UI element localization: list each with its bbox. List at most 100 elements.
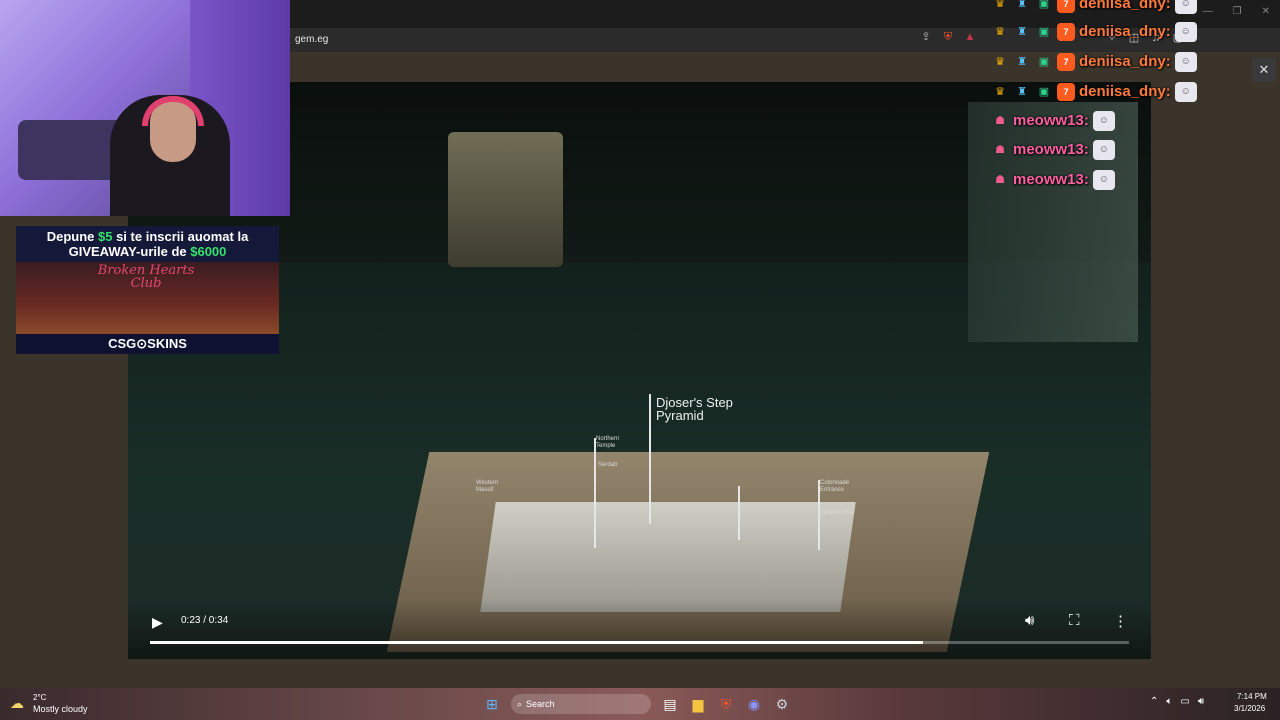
video-progress-fill bbox=[150, 641, 924, 644]
video-time: 0:23 / 0:34 bbox=[181, 615, 229, 626]
address-icons: ⇪ ⛨ ▲ bbox=[920, 31, 976, 43]
ghost-badge-icon: ☗ bbox=[995, 174, 1005, 186]
play-icon[interactable]: ▶ bbox=[152, 614, 163, 631]
chat-username: deniisa_dny: bbox=[1079, 53, 1171, 70]
weather-temperature[interactable]: 2°C bbox=[33, 693, 46, 702]
robot-badge-icon: ♜ bbox=[1017, 0, 1027, 10]
brave-shield-icon[interactable]: ⛨ bbox=[942, 31, 954, 43]
gift-badge-icon: ▣ bbox=[1038, 26, 1050, 38]
search-label: Search bbox=[526, 699, 555, 709]
sponsor-line1-suffix: si te inscrii auomat la bbox=[112, 229, 249, 244]
task-view-icon[interactable]: ▤ bbox=[661, 695, 679, 713]
rewards-icon[interactable]: ▲ bbox=[964, 31, 976, 43]
sponsor-line1-prefix: Depune bbox=[46, 229, 98, 244]
holo-small-label: Western Massif bbox=[476, 480, 499, 493]
search-icon: ⌕ bbox=[517, 698, 523, 709]
chat-emote-icon: ☺ bbox=[1174, 0, 1197, 14]
chat-username: meoww13: bbox=[1013, 112, 1089, 129]
sponsor-line2-prefix: GIVEAWAY-urile de bbox=[68, 244, 191, 259]
chat-emote-icon: ☺ bbox=[1092, 140, 1115, 160]
holo-small-label: Serdab bbox=[598, 462, 618, 468]
discord-icon[interactable]: ◉ bbox=[745, 695, 763, 713]
sub-badge-icon: 7 bbox=[1057, 83, 1075, 101]
chat-message: ☗ meoww13: ☺ bbox=[991, 111, 1115, 131]
model-pyramid bbox=[480, 502, 856, 612]
clock-time[interactable]: 7:14 PM bbox=[1237, 692, 1267, 701]
sub-badge-icon: 7 bbox=[1057, 23, 1075, 41]
label-pole bbox=[738, 486, 740, 540]
chat-emote-icon: ☺ bbox=[1174, 52, 1197, 72]
crown-badge-icon: ♛ bbox=[995, 56, 1005, 68]
sponsor-banner: Depune $5 si te inscrii auomat la GIVEAW… bbox=[16, 226, 279, 354]
chat-message: ☗ meoww13: ☺ bbox=[991, 170, 1115, 190]
system-tray: ⌃ 🔈︎ ▭ 🔊︎ bbox=[1150, 696, 1204, 707]
screen: — ❐ ✕ gem.eg ⇪ ⛨ ▲ ✧ ◫ ♫ ▢ Djoser's Step… bbox=[0, 0, 1280, 720]
more-options-icon[interactable]: ⋮ bbox=[1113, 612, 1128, 630]
crown-badge-icon: ♛ bbox=[995, 0, 1005, 10]
robot-badge-icon: ♜ bbox=[1017, 86, 1027, 98]
volume-tray-icon[interactable]: 🔊︎ bbox=[1198, 696, 1204, 707]
sponsor-line2-amount: $6000 bbox=[190, 244, 227, 259]
file-explorer-icon[interactable]: ▆ bbox=[689, 695, 707, 713]
holo-small-label: Colonnade Entrance bbox=[820, 480, 850, 493]
sponsor-line1-amount: $5 bbox=[98, 229, 113, 244]
share-icon[interactable]: ⇪ bbox=[920, 31, 932, 43]
speaker-icon[interactable]: 🔈︎ bbox=[1166, 696, 1172, 707]
video-progress-bar[interactable] bbox=[150, 641, 1129, 644]
video-chair bbox=[448, 132, 563, 267]
taskbar-apps: ⊞ ⌕ Search ▤ ▆ ⛨ ◉ ⚙ bbox=[483, 694, 791, 714]
window-controls: — ❐ ✕ bbox=[1203, 6, 1270, 17]
crown-badge-icon: ♛ bbox=[995, 26, 1005, 38]
chat-message: ☗ meoww13: ☺ bbox=[991, 140, 1115, 160]
weather-description[interactable]: Mostly cloudy bbox=[33, 704, 88, 714]
robot-badge-icon: ♜ bbox=[1017, 26, 1027, 38]
chat-message: ♛ ♜ ▣ 7 deniisa_dny: ☺ bbox=[991, 0, 1197, 14]
sponsor-headline: Depune $5 si te inscrii auomat la GIVEAW… bbox=[16, 226, 279, 262]
crown-badge-icon: ♛ bbox=[995, 86, 1005, 98]
windows-start-icon[interactable]: ⊞ bbox=[483, 695, 501, 713]
sponsor-neon-sign: Broken Hearts Club bbox=[97, 263, 195, 291]
pyramid-label: Djoser's Step Pyramid bbox=[656, 395, 733, 423]
video-door bbox=[968, 102, 1138, 342]
volume-icon[interactable]: 🔊︎ bbox=[1025, 612, 1034, 629]
video-controls bbox=[128, 599, 1151, 659]
fullscreen-icon[interactable]: ⛶ bbox=[1069, 612, 1080, 629]
restore-icon[interactable]: ❐ bbox=[1233, 6, 1242, 17]
minimize-icon[interactable]: — bbox=[1203, 6, 1213, 17]
gift-badge-icon: ▣ bbox=[1038, 56, 1050, 68]
sub-badge-icon: 7 bbox=[1057, 0, 1075, 13]
close-window-icon[interactable]: ✕ bbox=[1262, 6, 1270, 17]
chat-emote-icon: ☺ bbox=[1092, 111, 1115, 131]
taskbar-search[interactable]: ⌕ Search bbox=[511, 694, 651, 714]
url-text[interactable]: gem.eg bbox=[295, 34, 328, 45]
sponsor-brand: CSG⊙SKINS bbox=[16, 334, 279, 354]
brave-browser-icon[interactable]: ⛨ bbox=[717, 695, 735, 713]
sub-badge-icon: 7 bbox=[1057, 53, 1075, 71]
chat-username: meoww13: bbox=[1013, 171, 1089, 188]
weather-cloud-icon[interactable]: ☁ bbox=[10, 695, 24, 712]
chat-username: deniisa_dny: bbox=[1079, 0, 1171, 12]
close-overlay-icon[interactable]: ✕ bbox=[1252, 58, 1276, 82]
chat-emote-icon: ☺ bbox=[1092, 170, 1115, 190]
chat-message: ♛ ♜ ▣ 7 deniisa_dny: ☺ bbox=[991, 52, 1197, 72]
gift-badge-icon: ▣ bbox=[1038, 86, 1050, 98]
taskbar: ☁ 2°C Mostly cloudy ⊞ ⌕ Search ▤ ▆ ⛨ ◉ ⚙… bbox=[0, 688, 1280, 720]
robot-badge-icon: ♜ bbox=[1017, 56, 1027, 68]
ghost-badge-icon: ☗ bbox=[995, 144, 1005, 156]
display-icon[interactable]: ▭ bbox=[1180, 696, 1189, 707]
chat-emote-icon: ☺ bbox=[1174, 22, 1197, 42]
chevron-up-icon[interactable]: ⌃ bbox=[1150, 696, 1158, 707]
chat-username: meoww13: bbox=[1013, 141, 1089, 158]
ghost-badge-icon: ☗ bbox=[995, 115, 1005, 127]
clock-date[interactable]: 3/1/2026 bbox=[1234, 704, 1265, 713]
steam-icon[interactable]: ⚙ bbox=[773, 695, 791, 713]
webcam-overlay bbox=[0, 0, 290, 216]
gift-badge-icon: ▣ bbox=[1038, 0, 1050, 10]
chat-username: deniisa_dny: bbox=[1079, 83, 1171, 100]
holo-small-label: Northern Temple bbox=[596, 436, 620, 449]
label-pole bbox=[649, 394, 651, 524]
chat-message: ♛ ♜ ▣ 7 deniisa_dny: ☺ bbox=[991, 82, 1197, 102]
label-pole bbox=[594, 438, 596, 548]
chat-username: deniisa_dny: bbox=[1079, 23, 1171, 40]
chat-emote-icon: ☺ bbox=[1174, 82, 1197, 102]
